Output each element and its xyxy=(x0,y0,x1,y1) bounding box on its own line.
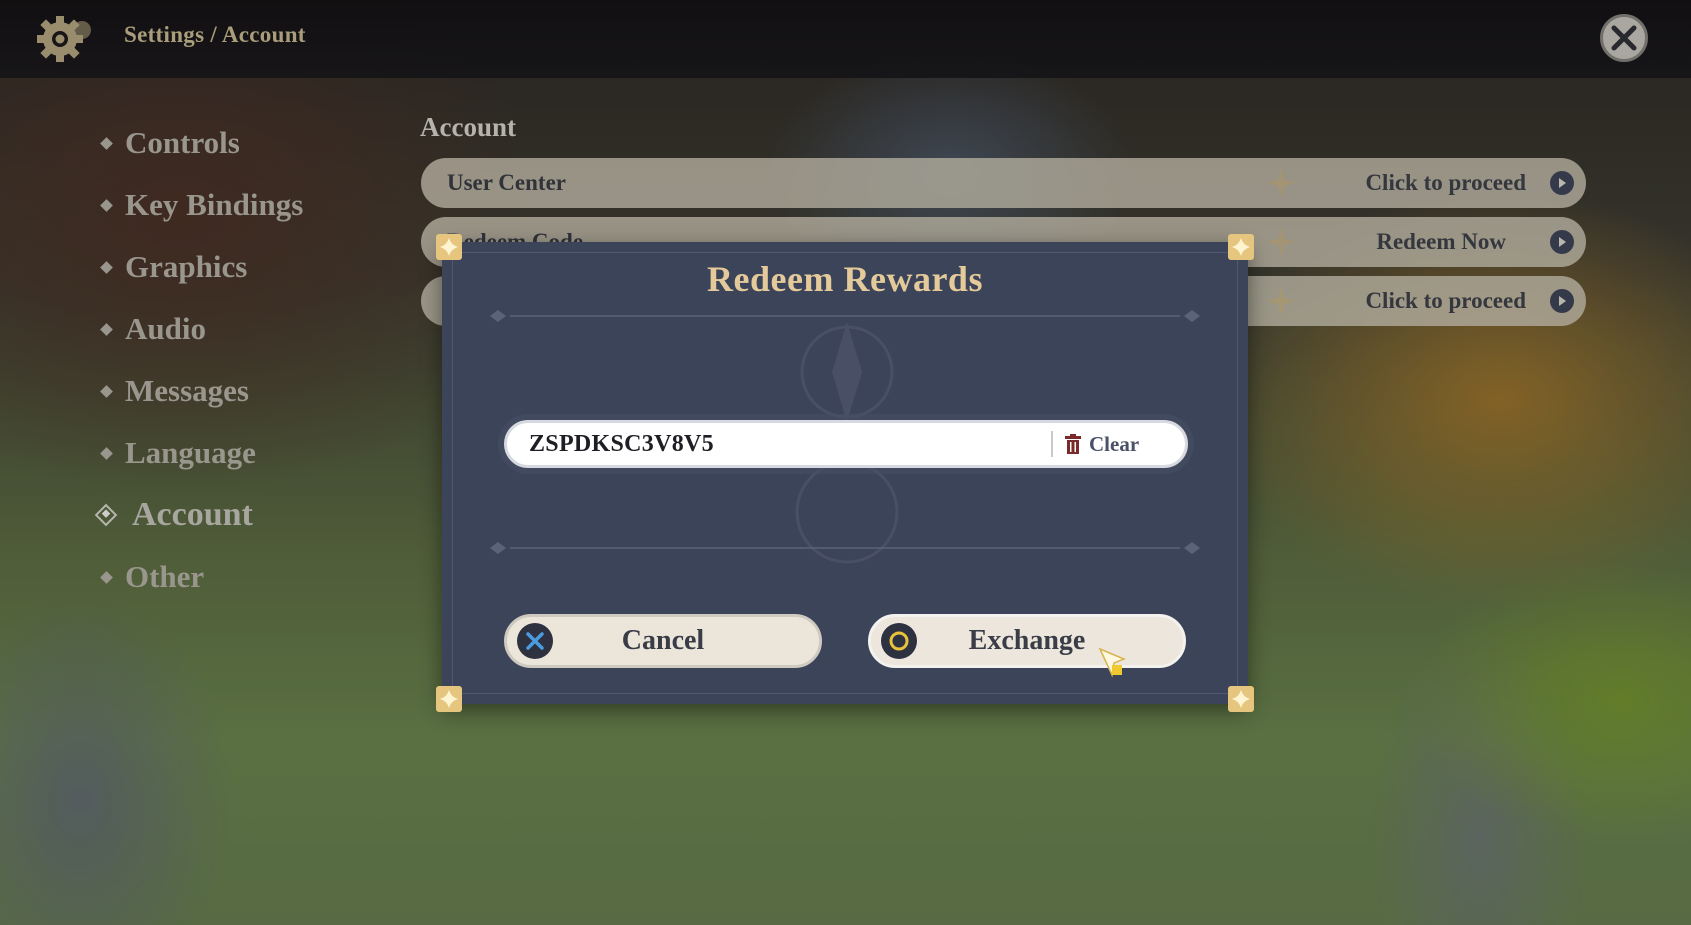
mouse-cursor-icon xyxy=(1098,647,1126,678)
sidebar-item-other[interactable]: Other xyxy=(98,546,303,608)
gear-icon xyxy=(37,16,91,62)
account-row-user-center[interactable]: User Center Click to proceed xyxy=(421,158,1586,208)
trash-icon xyxy=(1065,434,1081,454)
star-decoration-icon xyxy=(1266,227,1296,257)
sidebar-item-controls[interactable]: Controls xyxy=(98,112,303,174)
row-action: Click to proceed xyxy=(1365,170,1526,195)
sidebar-item-account[interactable]: Account xyxy=(94,484,303,546)
close-button[interactable] xyxy=(1600,14,1648,62)
diamond-bullet-icon xyxy=(100,322,113,336)
row-action: Click to proceed xyxy=(1365,288,1526,313)
cancel-label: Cancel xyxy=(621,625,705,656)
section-title: Account xyxy=(420,112,516,142)
sidebar-item-label: Language xyxy=(125,435,256,470)
diamond-bullet-icon xyxy=(100,570,113,584)
star-decoration-icon xyxy=(1266,286,1296,316)
settings-sidebar: Controls Key Bindings Graphics Audio Mes… xyxy=(94,112,303,608)
diamond-bullet-icon xyxy=(100,260,113,274)
diamond-bullet-icon xyxy=(100,136,113,150)
sidebar-item-language[interactable]: Language xyxy=(98,422,303,484)
arrow-right-icon xyxy=(1550,230,1574,254)
redeem-rewards-dialog: Redeem Rewards Clear Cancel xyxy=(436,234,1254,712)
corner-ornament-icon xyxy=(1228,686,1254,712)
sidebar-item-label: Controls xyxy=(125,125,240,160)
corner-ornament-icon xyxy=(436,234,462,260)
circle-button-icon xyxy=(881,623,917,659)
sidebar-item-label: Audio xyxy=(125,311,206,346)
field-separator xyxy=(1051,431,1053,457)
breadcrumb: Settings / Account xyxy=(124,22,306,47)
corner-ornament-icon xyxy=(1228,234,1254,260)
sidebar-item-graphics[interactable]: Graphics xyxy=(98,236,303,298)
row-label: User Center xyxy=(447,170,566,195)
row-action: Redeem Now xyxy=(1376,229,1506,254)
cross-button-icon xyxy=(517,623,553,659)
sidebar-item-label: Other xyxy=(125,559,205,594)
cancel-button[interactable]: Cancel xyxy=(504,614,822,668)
star-decoration-icon xyxy=(1266,168,1296,198)
sidebar-item-label: Key Bindings xyxy=(125,187,304,222)
exchange-label: Exchange xyxy=(968,625,1086,656)
arrow-right-icon xyxy=(1550,289,1574,313)
sidebar-item-label: Messages xyxy=(125,373,249,408)
sidebar-item-messages[interactable]: Messages xyxy=(98,360,303,422)
close-icon xyxy=(1611,25,1637,51)
sidebar-item-label: Graphics xyxy=(125,249,248,284)
arrow-right-icon xyxy=(1550,171,1574,195)
sidebar-item-label: Account xyxy=(132,496,253,533)
sidebar-item-audio[interactable]: Audio xyxy=(98,298,303,360)
divider-ornament xyxy=(490,542,1200,554)
sidebar-item-key-bindings[interactable]: Key Bindings xyxy=(98,174,303,236)
active-diamond-icon xyxy=(94,503,118,527)
clear-label: Clear xyxy=(1089,431,1140,456)
corner-ornament-icon xyxy=(436,686,462,712)
clear-button[interactable]: Clear xyxy=(1065,432,1139,457)
diamond-bullet-icon xyxy=(100,446,113,460)
redeem-code-field[interactable]: Clear xyxy=(504,420,1188,468)
dialog-title: Redeem Rewards xyxy=(707,259,983,299)
diamond-bullet-icon xyxy=(100,198,113,212)
top-bar: Settings / Account xyxy=(0,0,1691,78)
diamond-bullet-icon xyxy=(100,384,113,398)
redeem-code-input[interactable] xyxy=(527,429,1051,459)
exchange-button[interactable]: Exchange xyxy=(868,614,1186,668)
